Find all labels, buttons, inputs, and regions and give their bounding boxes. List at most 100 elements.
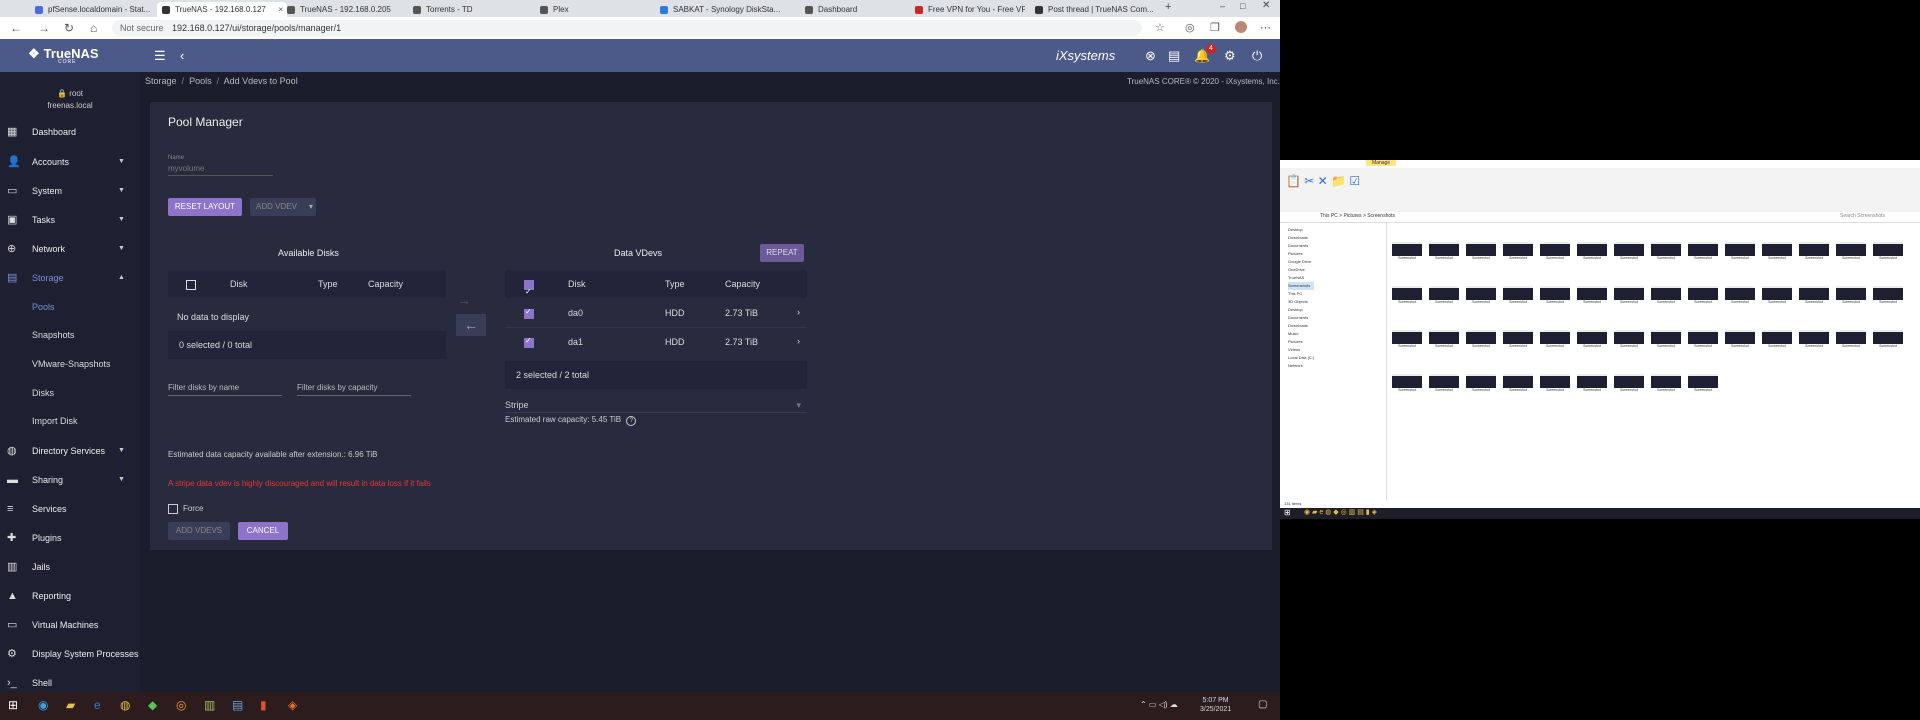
file-thumbnail[interactable]: Screenshot — [1614, 286, 1644, 306]
app-icon[interactable]: ◎ — [176, 698, 186, 712]
file-thumbnail[interactable]: Screenshot — [1392, 286, 1422, 306]
maximize-icon[interactable]: □ — [1240, 1, 1245, 11]
nav-tree[interactable]: Desktop Downloads Documents Pictures Goo… — [1288, 226, 1315, 370]
file-thumbnail[interactable]: Screenshot — [1799, 330, 1829, 350]
move-left-arrow-button[interactable]: ← — [456, 314, 486, 336]
file-thumbnail[interactable]: Screenshot — [1392, 374, 1422, 394]
sidebar-item-disks[interactable]: Disks — [0, 380, 140, 406]
extension-icon[interactable]: ☆ — [1155, 21, 1165, 34]
file-thumbnail[interactable]: Screenshot — [1392, 242, 1422, 262]
file-thumbnail[interactable]: Screenshot — [1836, 286, 1866, 306]
table-row[interactable]: da1 HDD 2.73 TiB › — [505, 327, 807, 356]
directory-services-icon[interactable]: ▤ — [1168, 48, 1180, 64]
filter-name-input[interactable]: Filter disks by name — [168, 383, 282, 396]
file-thumbnail[interactable]: Screenshot — [1466, 286, 1496, 306]
file-thumbnail[interactable]: Screenshot — [1577, 374, 1607, 394]
file-thumbnail[interactable]: Screenshot — [1392, 330, 1422, 350]
collapse-sidebar-icon[interactable]: ‹ — [180, 48, 184, 63]
explorer-search[interactable]: Search Screenshots — [1840, 213, 1885, 219]
sidebar-item-display-system-processes[interactable]: ⚙ Display System Processes — [0, 641, 140, 667]
row-checkbox[interactable] — [524, 307, 534, 319]
repeat-button[interactable]: REPEAT — [760, 244, 804, 262]
edge-icon[interactable]: ◉ — [38, 698, 48, 712]
back-icon[interactable]: ← — [10, 21, 22, 35]
tray-icons[interactable]: ⌃ ▭ ◁) ☁ — [1140, 700, 1178, 709]
file-thumbnail[interactable]: Screenshot — [1799, 286, 1829, 306]
file-thumbnail[interactable]: Screenshot — [1873, 286, 1903, 306]
sidebar-item-virtual-machines[interactable]: ▭ Virtual Machines — [0, 612, 140, 638]
sidebar-item-dashboard[interactable]: ▦ Dashboard — [0, 119, 140, 145]
file-thumbnail[interactable]: Screenshot — [1466, 330, 1496, 350]
hamburger-menu-icon[interactable]: ☰ — [154, 48, 166, 64]
file-thumbnail[interactable]: Screenshot — [1873, 242, 1903, 262]
file-thumbnail[interactable]: Screenshot — [1762, 242, 1792, 262]
filter-capacity-input[interactable]: Filter disks by capacity — [297, 383, 411, 396]
sidebar-item-vmware-snapshots[interactable]: VMware-Snapshots — [0, 351, 140, 377]
file-thumbnail[interactable]: Screenshot — [1577, 330, 1607, 350]
file-explorer-icon[interactable]: ▰ — [66, 698, 75, 712]
sidebar-item-snapshots[interactable]: Snapshots — [0, 322, 140, 348]
browser-tab[interactable]: TrueNAS - 192.168.0.205 — [282, 2, 412, 17]
home-icon[interactable]: ⌂ — [90, 21, 97, 35]
clock[interactable]: 5:07 PM 3/25/2021 — [1200, 696, 1231, 714]
layout-select[interactable]: Stripe ▾ — [505, 400, 807, 413]
minimize-icon[interactable]: – — [1220, 1, 1225, 11]
url-field[interactable]: Not secure 192.168.0.127/ui/storage/pool… — [112, 20, 1142, 36]
expand-chevron-icon[interactable]: › — [797, 307, 800, 317]
file-thumbnail[interactable]: Screenshot — [1614, 374, 1644, 394]
browser-tab[interactable]: Post thread | TrueNAS Com... — [1030, 2, 1160, 17]
chrome-icon[interactable]: ◍ — [120, 698, 130, 712]
close-window-icon[interactable]: ✕ — [1262, 0, 1270, 11]
truenas-logo[interactable]: ❖ TrueNAS CORE — [28, 46, 99, 65]
sidebar-item-import-disk[interactable]: Import Disk — [0, 408, 140, 434]
sidebar-item-jails[interactable]: ▥ Jails — [0, 554, 140, 580]
file-thumbnail[interactable]: Screenshot — [1688, 374, 1718, 394]
taskbar-apps[interactable]: ◉ ▰ e ◍ ◆ ◎ ▥ ▤ ▮ ◈ — [1304, 508, 1377, 516]
sidebar-item-services[interactable]: ≡ Services — [0, 496, 140, 522]
expand-chevron-icon[interactable]: › — [797, 336, 800, 346]
file-thumbnail[interactable]: Screenshot — [1503, 330, 1533, 350]
file-thumbnail[interactable]: Screenshot — [1725, 330, 1755, 350]
file-thumbnail[interactable]: Screenshot — [1577, 286, 1607, 306]
file-thumbnail[interactable]: Screenshot — [1540, 330, 1570, 350]
menu-dots-icon[interactable]: ⋯ — [1260, 21, 1271, 34]
sidebar-item-tasks[interactable]: ▣ Tasks ▼ — [0, 207, 140, 233]
file-thumbnail[interactable]: Screenshot — [1614, 242, 1644, 262]
sidebar-item-directory-services[interactable]: ◍ Directory Services ▼ — [0, 438, 140, 464]
reset-layout-button[interactable]: RESET LAYOUT — [168, 198, 242, 216]
file-thumbnail[interactable]: Screenshot — [1540, 286, 1570, 306]
help-icon[interactable]: ? — [626, 416, 637, 426]
add-vdev-button[interactable]: ADD VDEV ▾ — [250, 198, 316, 216]
force-checkbox-row[interactable]: Force — [168, 504, 203, 514]
file-thumbnail[interactable]: Screenshot — [1762, 330, 1792, 350]
file-thumbnail[interactable]: Screenshot — [1651, 286, 1681, 306]
file-thumbnail[interactable]: Screenshot — [1429, 242, 1459, 262]
app-icon[interactable]: ◆ — [148, 698, 157, 712]
file-thumbnail[interactable]: Screenshot — [1540, 374, 1570, 394]
sidebar-item-plugins[interactable]: ✚ Plugins — [0, 525, 140, 551]
settings-gear-icon[interactable]: ⚙ — [1224, 48, 1236, 64]
file-thumbnail[interactable]: Screenshot — [1429, 374, 1459, 394]
file-thumbnail[interactable]: Screenshot — [1651, 330, 1681, 350]
file-thumbnail[interactable]: Screenshot — [1614, 330, 1644, 350]
browser-tab[interactable]: Dashboard — [800, 2, 905, 17]
file-thumbnail[interactable]: Screenshot — [1799, 242, 1829, 262]
browser-tab-active[interactable]: TrueNAS - 192.168.0.127 × — [157, 2, 287, 17]
ixsystems-logo[interactable]: iXsystems — [1056, 48, 1115, 63]
dropdown-arrow-icon[interactable]: ▾ — [309, 198, 313, 216]
browser-tab[interactable]: pfSense.localdomain - Stat...× — [30, 2, 165, 17]
ribbon-context-tab[interactable]: Manage — [1366, 160, 1397, 166]
file-thumbnail[interactable]: Screenshot — [1651, 374, 1681, 394]
sidebar-item-reporting[interactable]: ▲ Reporting — [0, 583, 140, 609]
file-thumbnail[interactable]: Screenshot — [1762, 286, 1792, 306]
file-thumbnail[interactable]: Screenshot — [1725, 286, 1755, 306]
action-center-icon[interactable]: ▢ — [1258, 699, 1267, 710]
file-thumbnail[interactable]: Screenshot — [1540, 242, 1570, 262]
sidebar-item-storage[interactable]: ▤ Storage ▲ — [0, 265, 140, 291]
browser-tab[interactable]: SABKAT - Synology DiskSta... — [655, 2, 795, 17]
browser-tab[interactable]: Torrents - TD — [408, 2, 538, 17]
file-thumbnail[interactable]: Screenshot — [1688, 330, 1718, 350]
file-thumbnail[interactable]: Screenshot — [1503, 286, 1533, 306]
file-thumbnail[interactable]: Screenshot — [1688, 242, 1718, 262]
ribbon-groups[interactable]: 📋 ✂ ✕ 📁 ☑ — [1286, 174, 1536, 204]
